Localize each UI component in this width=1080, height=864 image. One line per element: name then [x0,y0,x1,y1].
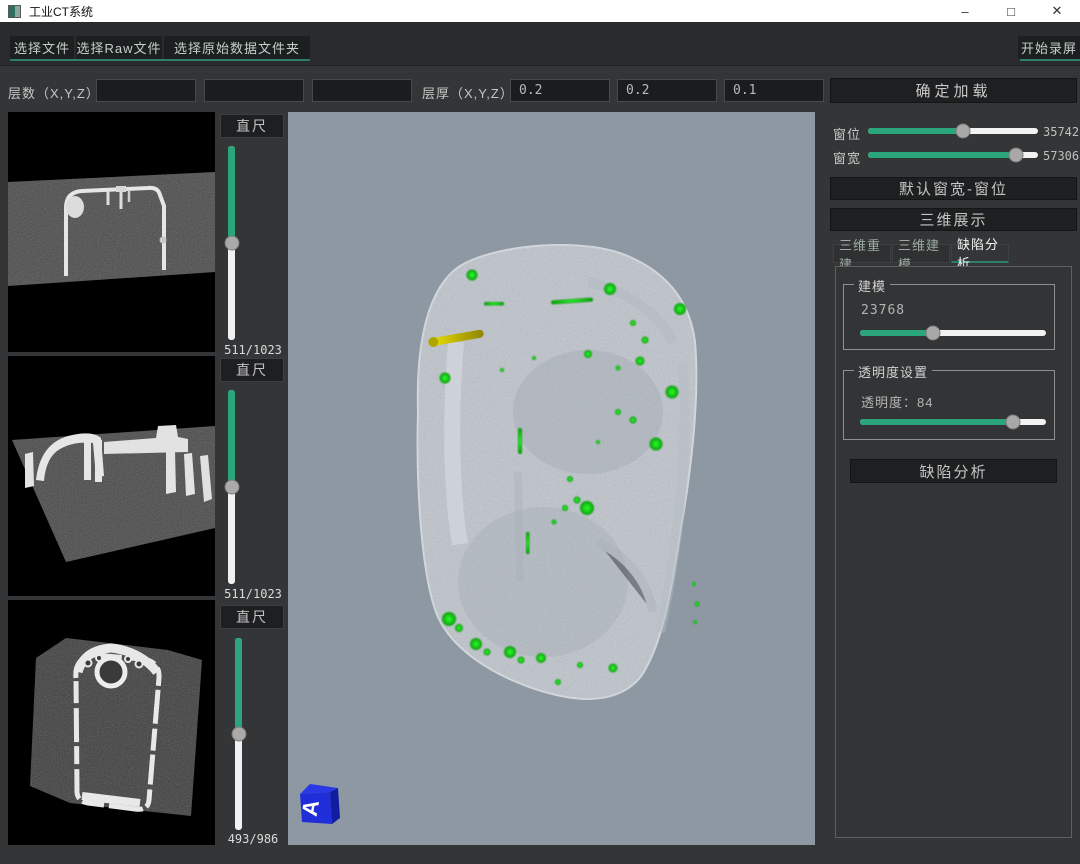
slice-slider-top[interactable] [228,146,235,340]
transparency-value: 透明度：84 [861,392,933,411]
layers-label: 层数（X,Y,Z） [8,83,100,102]
layers-z-input[interactable] [312,79,412,102]
window-width-value: 57306 [1043,149,1079,163]
window-level-value: 35742 [1043,125,1079,139]
modeling-slider[interactable] [860,330,1046,336]
display-3d-button[interactable]: 三维展示 [830,208,1077,231]
3d-model-render: A [288,112,815,845]
confirm-load-button[interactable]: 确定加载 [830,78,1077,103]
slice-slider-middle-handle[interactable] [224,480,239,495]
slice-index-top: 511/1023 [216,343,290,357]
defect-tab-panel [835,266,1072,838]
window-width-handle[interactable] [1008,148,1023,163]
slice-slider-bottom-handle[interactable] [231,727,246,742]
ct-slice-bottom-image[interactable] [8,600,215,845]
layers-y-input[interactable] [204,79,304,102]
maximize-button[interactable]: □ [988,0,1034,22]
ruler-button-top[interactable]: 直尺 [220,114,284,138]
window-level-slider[interactable] [868,128,1038,134]
thickness-label: 层厚（X,Y,Z） [422,83,514,102]
start-recording-button[interactable]: 开始录屏 [1018,36,1080,59]
window-title: 工业CT系统 [29,3,93,20]
transparency-group-title: 透明度设置 [854,362,932,381]
toolbar: 选择文件 选择Raw文件 选择原始数据文件夹 开始录屏 [0,22,1080,66]
toolbar-underline [10,59,310,61]
tab-3d-modeling[interactable]: 三维建模 [892,244,950,263]
window-width-slider[interactable] [868,152,1038,158]
transparency-slider-handle[interactable] [1005,415,1020,430]
ct-slice-middle-image[interactable] [8,356,215,596]
tab-defect-analysis[interactable]: 缺陷分析 [951,244,1009,263]
record-underline [1020,59,1080,61]
window-level-handle[interactable] [956,124,971,139]
ruler-button-bottom[interactable]: 直尺 [220,605,284,629]
modeling-group-title: 建模 [854,276,890,295]
render-viewport[interactable]: A [288,112,815,845]
minimize-button[interactable]: – [942,0,988,22]
defect-analysis-button[interactable]: 缺陷分析 [850,459,1057,483]
transparency-slider[interactable] [860,419,1046,425]
thickness-x-input[interactable] [510,79,610,102]
select-file-button[interactable]: 选择文件 [10,36,74,59]
ruler-button-middle[interactable]: 直尺 [220,358,284,382]
window-width-label: 窗宽 [833,148,861,167]
select-raw-file-button[interactable]: 选择Raw文件 [76,36,162,59]
slice-slider-top-handle[interactable] [224,236,239,251]
tab-3d-reconstruction[interactable]: 三维重建 [833,244,891,263]
thickness-y-input[interactable] [617,79,717,102]
slice-slider-bottom[interactable] [235,638,242,830]
slice-index-bottom: 493/986 [216,832,290,846]
title-bar: 工业CT系统 – □ ✕ [0,0,1080,22]
thickness-z-input[interactable] [724,79,824,102]
modeling-slider-handle[interactable] [925,326,940,341]
default-window-button[interactable]: 默认窗宽-窗位 [830,177,1077,200]
orientation-cube-icon: A [297,784,340,824]
slice-index-middle: 511/1023 [216,587,290,601]
window-controls: – □ ✕ [942,0,1080,22]
app-icon [8,5,21,18]
select-raw-folder-button[interactable]: 选择原始数据文件夹 [164,36,310,59]
slice-slider-middle[interactable] [228,390,235,584]
close-button[interactable]: ✕ [1034,0,1080,22]
modeling-value: 23768 [861,303,905,318]
ct-slice-top-image[interactable] [8,112,215,352]
window-level-label: 窗位 [833,124,861,143]
layers-x-input[interactable] [96,79,196,102]
